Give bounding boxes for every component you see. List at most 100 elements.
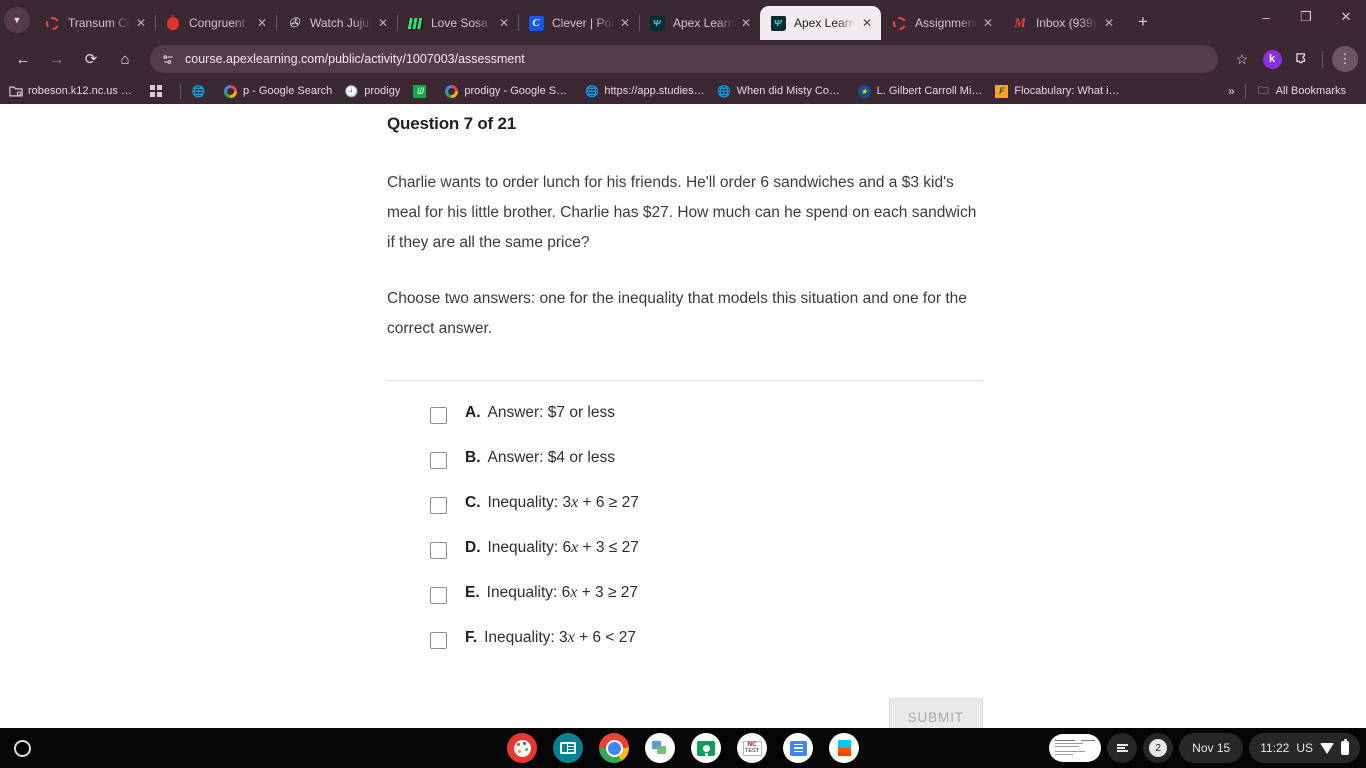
bookmark-greenmark[interactable]: ᗯ	[412, 84, 432, 99]
back-icon[interactable]: ←	[8, 44, 38, 74]
history-icon: 🕘	[344, 85, 359, 98]
close-icon[interactable]: ✕	[496, 15, 512, 31]
folder-icon: 🗀	[1257, 84, 1269, 97]
bookmark-apps-grid[interactable]	[148, 84, 168, 99]
page-title: Question 7 of 21	[387, 114, 517, 133]
checkbox-f[interactable]	[430, 632, 447, 649]
browser-tab-3[interactable]: ✇ Watch Jujuts ✕	[276, 6, 398, 40]
close-icon[interactable]: ✕	[133, 15, 149, 31]
option-letter: A.	[465, 404, 481, 421]
bookmark-gilbert-carroll[interactable]: ★ L. Gilbert Carroll Mi…	[857, 84, 982, 99]
apex-learning-icon: ᴪ	[649, 15, 665, 31]
tab-title: Congruent Tri	[189, 16, 251, 30]
checkbox-d[interactable]	[430, 542, 447, 559]
bookmark-misty-cop[interactable]: 🌐 When did Misty Cop…	[717, 84, 845, 99]
media-playlist-icon[interactable]	[1107, 733, 1138, 763]
forward-icon[interactable]: →	[42, 44, 72, 74]
bookmark-star-icon[interactable]: ☆	[1228, 45, 1256, 73]
tab-strip: ▼ Transum Con ✕ Congruent Tri ✕ ✇ Watch …	[0, 0, 1366, 40]
close-icon[interactable]: ✕	[254, 15, 270, 31]
globe-icon: 🌐	[717, 85, 731, 98]
submit-button[interactable]: SUBMIT	[888, 698, 983, 728]
files-app-icon[interactable]	[645, 733, 675, 763]
nc-test-app-icon[interactable]: NC TEST	[737, 733, 767, 763]
google-classroom-app-icon[interactable]	[691, 733, 721, 763]
bookmark-google-search[interactable]: p - Google Search	[223, 84, 332, 99]
option-b[interactable]: B. Answer: $4 or less	[387, 449, 983, 494]
browser-tab-7-active[interactable]: ᴪ Apex Learning ✕	[760, 6, 881, 40]
option-letter: F.	[465, 629, 478, 646]
checkbox-a[interactable]	[430, 407, 447, 424]
maximize-icon[interactable]: ❐	[1286, 0, 1326, 34]
address-bar[interactable]: course.apexlearning.com/public/activity/…	[150, 45, 1218, 73]
bookmark-app-studies[interactable]: 🌐 https://app.studies…	[584, 84, 705, 99]
chevron-down-icon[interactable]: ▼	[4, 7, 30, 33]
close-icon[interactable]: ✕	[980, 15, 996, 31]
question-prompt: Charlie wants to order lunch for his fri…	[387, 174, 977, 251]
option-c[interactable]: C. Inequality: 3x + 6 ≥ 27	[387, 494, 983, 539]
page-info-icon[interactable]	[162, 53, 175, 66]
bookmarks-bar: robeson.k12.nc.us bookmarks 🌐 p - Google…	[0, 78, 1366, 104]
option-letter: D.	[465, 539, 481, 556]
checkbox-c[interactable]	[430, 497, 447, 514]
play-store-app-icon[interactable]	[829, 733, 859, 763]
divider	[387, 380, 983, 381]
close-icon[interactable]: ✕	[375, 15, 391, 31]
ring-icon	[44, 15, 60, 31]
browser-tab-2[interactable]: Congruent Tri ✕	[155, 6, 277, 40]
bookmark-label: robeson.k12.nc.us bookmarks	[28, 85, 136, 97]
checkbox-b[interactable]	[430, 452, 447, 469]
close-window-icon[interactable]: ✕	[1326, 0, 1366, 34]
shelf-app-list: NC TEST	[507, 733, 859, 763]
google-docs-app-icon[interactable]	[783, 733, 813, 763]
browser-tab-6[interactable]: ᴪ Apex Learning ✕	[639, 6, 761, 40]
browser-tab-5[interactable]: C Clever | Porta ✕	[518, 6, 640, 40]
apex-learning-icon: ᴪ	[770, 15, 786, 31]
option-a[interactable]: A. Answer: $7 or less	[387, 404, 983, 449]
browser-tab-4[interactable]: Love Sosa - C ✕	[397, 6, 519, 40]
bookmark-label: prodigy - Google Se…	[464, 85, 573, 97]
new-tab-button[interactable]: +	[1128, 7, 1158, 37]
news-app-icon[interactable]	[553, 733, 583, 763]
notification-badge[interactable]: 2	[1143, 733, 1174, 763]
checkbox-e[interactable]	[430, 587, 447, 604]
close-icon[interactable]: ✕	[617, 15, 633, 31]
browser-tab-1[interactable]: Transum Con ✕	[34, 6, 156, 40]
screenshot-thumbnail[interactable]	[1049, 734, 1102, 762]
minimize-icon[interactable]: –	[1246, 0, 1286, 34]
bookmark-managed-folder[interactable]: robeson.k12.nc.us bookmarks	[8, 84, 136, 99]
paint-app-icon[interactable]	[507, 733, 537, 763]
bookmark-label: When did Misty Cop…	[736, 85, 845, 97]
close-icon[interactable]: ✕	[1101, 15, 1117, 31]
extension-k-icon[interactable]: k	[1258, 45, 1286, 73]
bookmark-prodigy-google[interactable]: prodigy - Google Se…	[444, 84, 572, 99]
greenbars-icon	[407, 15, 423, 31]
close-icon[interactable]: ✕	[738, 15, 754, 31]
date-display[interactable]: Nov 15	[1179, 733, 1244, 763]
bookmark-flocabulary[interactable]: F Flocabulary: What i…	[994, 84, 1120, 99]
extensions-puzzle-icon[interactable]	[1288, 45, 1316, 73]
chrome-app-icon[interactable]	[599, 733, 629, 763]
status-area[interactable]: 11:22 US	[1249, 733, 1360, 763]
option-d[interactable]: D. Inequality: 6x + 3 ≤ 27	[387, 539, 983, 584]
clock-time: 11:22	[1260, 741, 1290, 755]
all-bookmarks-button[interactable]: 🗀 All Bookmarks	[1256, 84, 1346, 99]
submit-row: SUBMIT	[387, 698, 983, 728]
close-icon[interactable]: ✕	[859, 15, 875, 31]
launcher-circle-icon[interactable]	[2, 728, 42, 768]
home-icon[interactable]: ⌂	[110, 44, 140, 74]
answer-options: A. Answer: $7 or less B. Answer: $4 or l…	[387, 404, 983, 674]
google-icon	[444, 84, 459, 99]
apple-icon	[165, 15, 181, 31]
bookmark-globe-1[interactable]: 🌐	[191, 84, 211, 99]
option-f[interactable]: F. Inequality: 3x + 6 < 27	[387, 629, 983, 674]
clever-icon: C	[528, 15, 544, 31]
browser-tab-9[interactable]: M Inbox (939) - s ✕	[1002, 6, 1123, 40]
bookmark-prodigy[interactable]: 🕘 prodigy	[344, 84, 400, 99]
bookmarks-overflow-icon[interactable]: »	[1228, 84, 1235, 98]
profile-menu-icon[interactable]: ⋮	[1332, 46, 1358, 72]
reload-icon[interactable]: ⟳	[76, 44, 106, 74]
option-e[interactable]: E. Inequality: 6x + 3 ≥ 27	[387, 584, 983, 629]
option-text: Answer: $4 or less	[487, 449, 616, 466]
browser-tab-8[interactable]: Assignments ✕	[881, 6, 1002, 40]
